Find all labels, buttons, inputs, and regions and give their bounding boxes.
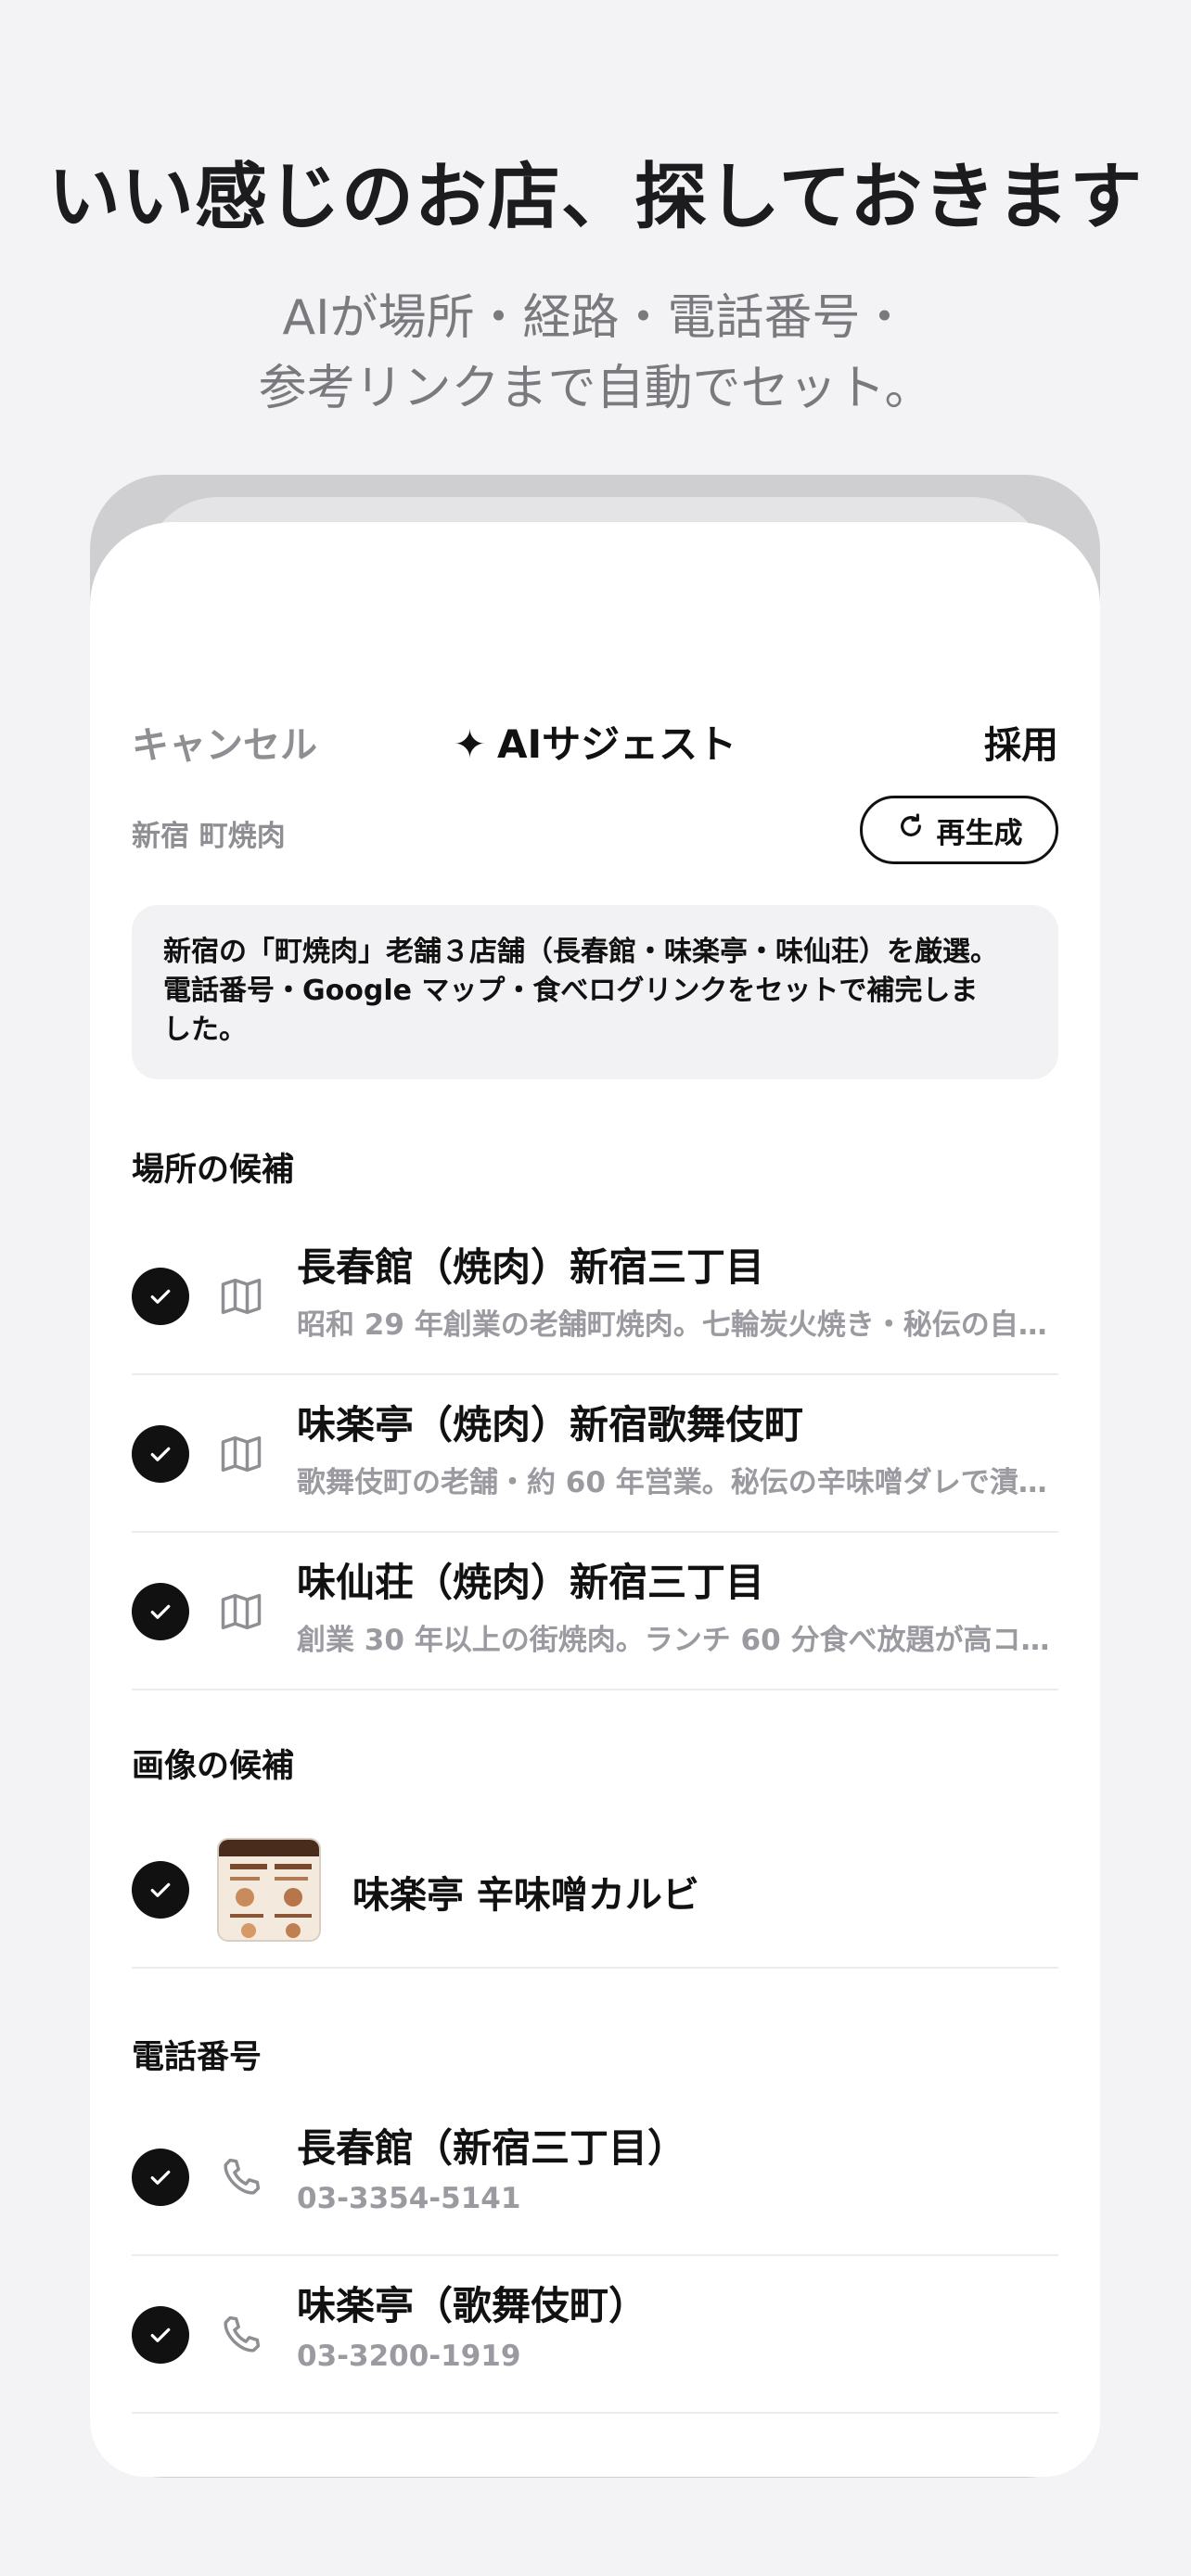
adopt-button[interactable]: 採用	[984, 715, 1058, 769]
place-row[interactable]: 味楽亭（焼肉）新宿歌舞伎町 歌舞伎町の老舗・約 60 年営業。秘伝の辛味噌ダレで…	[132, 1375, 1058, 1533]
checkmark-icon[interactable]	[132, 2149, 189, 2206]
checkmark-icon[interactable]	[132, 1425, 189, 1483]
refresh-icon	[896, 811, 926, 848]
regenerate-button[interactable]: 再生成	[860, 796, 1058, 864]
phone-icon	[217, 2153, 265, 2201]
hero-title: いい感じのお店、探しておきます	[47, 156, 1144, 239]
images-section-title: 画像の候補	[132, 1748, 295, 1785]
phone-title: 味楽亭（歌舞伎町）	[297, 2283, 648, 2328]
phone-row[interactable]: 味楽亭（歌舞伎町） 03-3200-1919	[132, 2256, 1058, 2414]
checkmark-icon[interactable]	[132, 1583, 189, 1640]
sheet-navbar: キャンセル ✦ AIサジェスト 採用	[132, 708, 1058, 772]
map-icon	[217, 1588, 265, 1636]
checkmark-icon[interactable]	[132, 1268, 189, 1325]
place-title: 味楽亭（焼肉）新宿歌舞伎町	[297, 1402, 804, 1447]
place-subtitle: 創業 30 年以上の街焼肉。ランチ 60 分食べ放題が高コスパ	[297, 1624, 1058, 1657]
place-subtitle: 昭和 29 年創業の老舗町焼肉。七輪炭火焼き・秘伝の自家製タレ	[297, 1308, 1058, 1342]
summary-line2: 電話番号・Google マップ・食べログリンクをセットで補完しま	[163, 975, 979, 1007]
phone-row[interactable]: 長春館（新宿三丁目） 03-3354-5141	[132, 2098, 1058, 2256]
ai-suggest-sheet: キャンセル ✦ AIサジェスト 採用 新宿 町焼肉 再生成 新宿の「町焼肉」老舗３…	[90, 522, 1100, 2477]
hero-subtitle-line1: AIが場所・経路・電話番号・	[282, 290, 909, 346]
place-title: 味仙荘（焼肉）新宿三丁目	[297, 1560, 765, 1605]
hero-subtitle: AIが場所・経路・電話番号・ 参考リンクまで自動でセット。	[0, 283, 1191, 424]
sheet-title-label: AIサジェスト	[497, 721, 737, 767]
map-icon	[217, 1272, 265, 1320]
phone-title: 長春館（新宿三丁目）	[297, 2125, 687, 2171]
map-icon	[217, 1430, 265, 1478]
summary-line3: した。	[163, 1014, 247, 1046]
phone-number: 03-3200-1919	[297, 2340, 521, 2373]
place-row[interactable]: 味仙荘（焼肉）新宿三丁目 創業 30 年以上の街焼肉。ランチ 60 分食べ放題が…	[132, 1533, 1058, 1690]
image-title: 味楽亭 辛味噌カルビ	[352, 1874, 699, 1917]
menu-photo-thumbnail[interactable]	[217, 1838, 321, 1942]
summary-line1: 新宿の「町焼肉」老舗３店舗（長春館・味楽亭・味仙荘）を厳選。	[163, 936, 998, 968]
sheet-title: ✦ AIサジェスト	[132, 713, 1058, 770]
query-row: 新宿 町焼肉 再生成	[132, 796, 1058, 866]
checkmark-icon[interactable]	[132, 2306, 189, 2364]
place-title: 長春館（焼肉）新宿三丁目	[297, 1244, 765, 1290]
query-text: 新宿 町焼肉	[132, 820, 286, 853]
phone-number: 03-3354-5141	[297, 2182, 521, 2215]
phone-icon	[217, 2311, 265, 2359]
places-section-title: 場所の候補	[132, 1152, 295, 1189]
sparkle-icon: ✦	[453, 721, 487, 767]
hero-subtitle-line2: 参考リンクまで自動でセット。	[258, 361, 933, 416]
place-row[interactable]: 長春館（焼肉）新宿三丁目 昭和 29 年創業の老舗町焼肉。七輪炭火焼き・秘伝の自…	[132, 1218, 1058, 1375]
regenerate-label: 再生成	[936, 816, 1023, 850]
ai-summary: 新宿の「町焼肉」老舗３店舗（長春館・味楽亭・味仙荘）を厳選。 電話番号・Goog…	[132, 905, 1058, 1079]
place-subtitle: 歌舞伎町の老舗・約 60 年営業。秘伝の辛味噌ダレで漬け込んだ	[297, 1466, 1058, 1499]
checkmark-icon[interactable]	[132, 1861, 189, 1919]
phones-section-title: 電話番号	[132, 2039, 263, 2076]
image-row[interactable]: 味楽亭 辛味噌カルビ	[132, 1811, 1058, 1969]
